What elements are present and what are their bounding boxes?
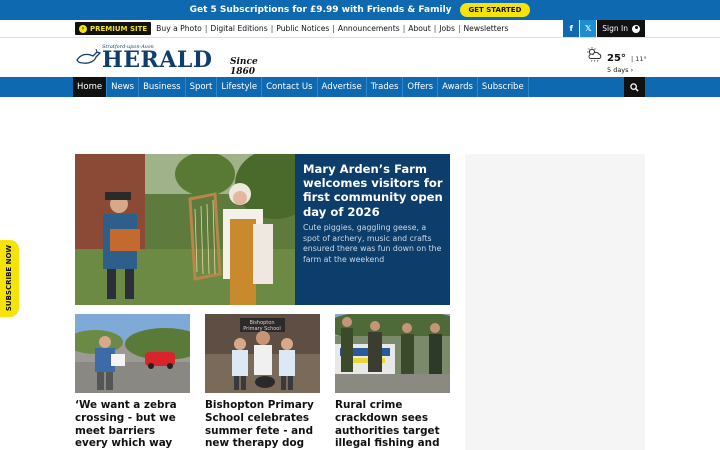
swan-logo-icon xyxy=(76,48,101,64)
hero-story[interactable]: Mary Arden’s Farm welcomes visitors for … xyxy=(75,154,450,305)
link-digital-editions[interactable]: Digital Editions xyxy=(210,24,267,33)
nav-item-trades[interactable]: Trades xyxy=(367,77,404,97)
story-photo xyxy=(75,314,190,393)
logo-since-text: Since 1860 xyxy=(230,57,258,77)
promo-banner[interactable]: Get 5 Subscriptions for £9.99 with Frien… xyxy=(0,0,720,20)
main-nav: Home News Business Sport Lifestyle Conta… xyxy=(0,77,720,97)
subscribe-now-tab[interactable]: SUBSCRIBE NOW xyxy=(0,240,19,317)
nav-item-sport[interactable]: Sport xyxy=(186,77,218,97)
sign-in-button[interactable]: Sign In xyxy=(597,20,645,37)
cloud-sun-icon xyxy=(587,47,602,62)
link-jobs[interactable]: Jobs xyxy=(439,24,455,33)
nav-item-lifestyle[interactable]: Lifestyle xyxy=(217,77,263,97)
premium-site-label: PREMIUM SITE xyxy=(90,24,148,33)
story-headline[interactable]: ‘We want a zebra crossing - but we meet … xyxy=(75,399,190,450)
nav-item-offers[interactable]: Offers xyxy=(403,77,439,97)
nav-items: Home News Business Sport Lifestyle Conta… xyxy=(73,77,529,97)
nav-item-subscribe[interactable]: Subscribe xyxy=(478,77,529,97)
link-announcements[interactable]: Announcements xyxy=(338,24,400,33)
separator: | xyxy=(457,24,461,33)
chevron-right-icon: › xyxy=(79,24,87,33)
weather-readout: 25° | 11° 5 days › xyxy=(607,46,647,74)
nav-item-advertise[interactable]: Advertise xyxy=(318,77,367,97)
story-card[interactable]: Bishopton Primary School Bishopton Prima… xyxy=(205,314,320,450)
nav-item-contact-us[interactable]: Contact Us xyxy=(262,77,318,97)
story-headline[interactable]: Rural crime crackdown sees authorities t… xyxy=(335,399,450,450)
weather-low: | 11° xyxy=(631,55,647,63)
story-card[interactable]: Rural crime crackdown sees authorities t… xyxy=(335,314,450,450)
user-icon xyxy=(632,24,640,33)
facebook-icon[interactable]: f xyxy=(563,20,580,37)
sign-in-label: Sign In xyxy=(602,24,628,33)
separator: | xyxy=(433,24,437,33)
utility-bar: › PREMIUM SITE Buy a Photo | Digital Edit… xyxy=(75,20,645,37)
nav-item-home[interactable]: Home xyxy=(73,77,108,97)
story-card[interactable]: ‘We want a zebra crossing - but we meet … xyxy=(75,314,190,450)
weather-widget[interactable]: 25° | 11° 5 days › xyxy=(585,46,647,74)
hero-photo xyxy=(75,154,295,305)
link-buy-a-photo[interactable]: Buy a Photo xyxy=(156,24,202,33)
separator: | xyxy=(204,24,208,33)
get-started-button[interactable]: GET STARTED xyxy=(459,3,531,17)
hero-headline[interactable]: Mary Arden’s Farm welcomes visitors for … xyxy=(303,162,448,219)
link-public-notices[interactable]: Public Notices xyxy=(276,24,329,33)
story-image[interactable]: Bishopton Primary School xyxy=(205,314,320,393)
nav-item-news[interactable]: News xyxy=(107,77,140,97)
separator: | xyxy=(270,24,274,33)
subscribe-now-label: SUBSCRIBE NOW xyxy=(5,244,13,312)
site-logo[interactable]: Stratford-upon-Avon HERALD Since 1860 xyxy=(75,44,285,77)
story-image[interactable] xyxy=(335,314,450,393)
social-and-account: f 𝕏 Sign In xyxy=(563,20,645,37)
logo-wordmark: HERALD xyxy=(102,47,213,73)
weather-forecast-link[interactable]: 5 days › xyxy=(607,66,647,74)
story-headline[interactable]: Bishopton Primary School celebrates summ… xyxy=(205,399,320,450)
story-photo xyxy=(335,314,450,393)
story-image[interactable] xyxy=(75,314,190,393)
story-photo: Bishopton Primary School xyxy=(205,314,320,393)
promo-text: Get 5 Subscriptions for £9.99 with Frien… xyxy=(189,5,452,15)
link-newsletters[interactable]: Newsletters xyxy=(464,24,509,33)
twitter-x-icon[interactable]: 𝕏 xyxy=(580,20,597,37)
nav-item-awards[interactable]: Awards xyxy=(438,77,478,97)
search-button[interactable] xyxy=(624,77,645,97)
link-about[interactable]: About xyxy=(408,24,430,33)
nav-item-business[interactable]: Business xyxy=(139,77,186,97)
separator: | xyxy=(402,24,406,33)
sidebar-ad-slot xyxy=(465,154,645,450)
search-icon xyxy=(630,82,639,92)
hero-image[interactable] xyxy=(75,154,295,305)
masthead: Stratford-upon-Avon HERALD Since 1860 25… xyxy=(0,37,720,77)
hero-summary: Cute piggies, gaggling geese, a spot of … xyxy=(303,223,442,264)
separator: | xyxy=(332,24,335,33)
weather-temp: 25° xyxy=(607,53,626,64)
premium-site-link[interactable]: › PREMIUM SITE xyxy=(75,22,152,35)
utility-links: Buy a Photo | Digital Editions | Public No… xyxy=(156,24,508,33)
